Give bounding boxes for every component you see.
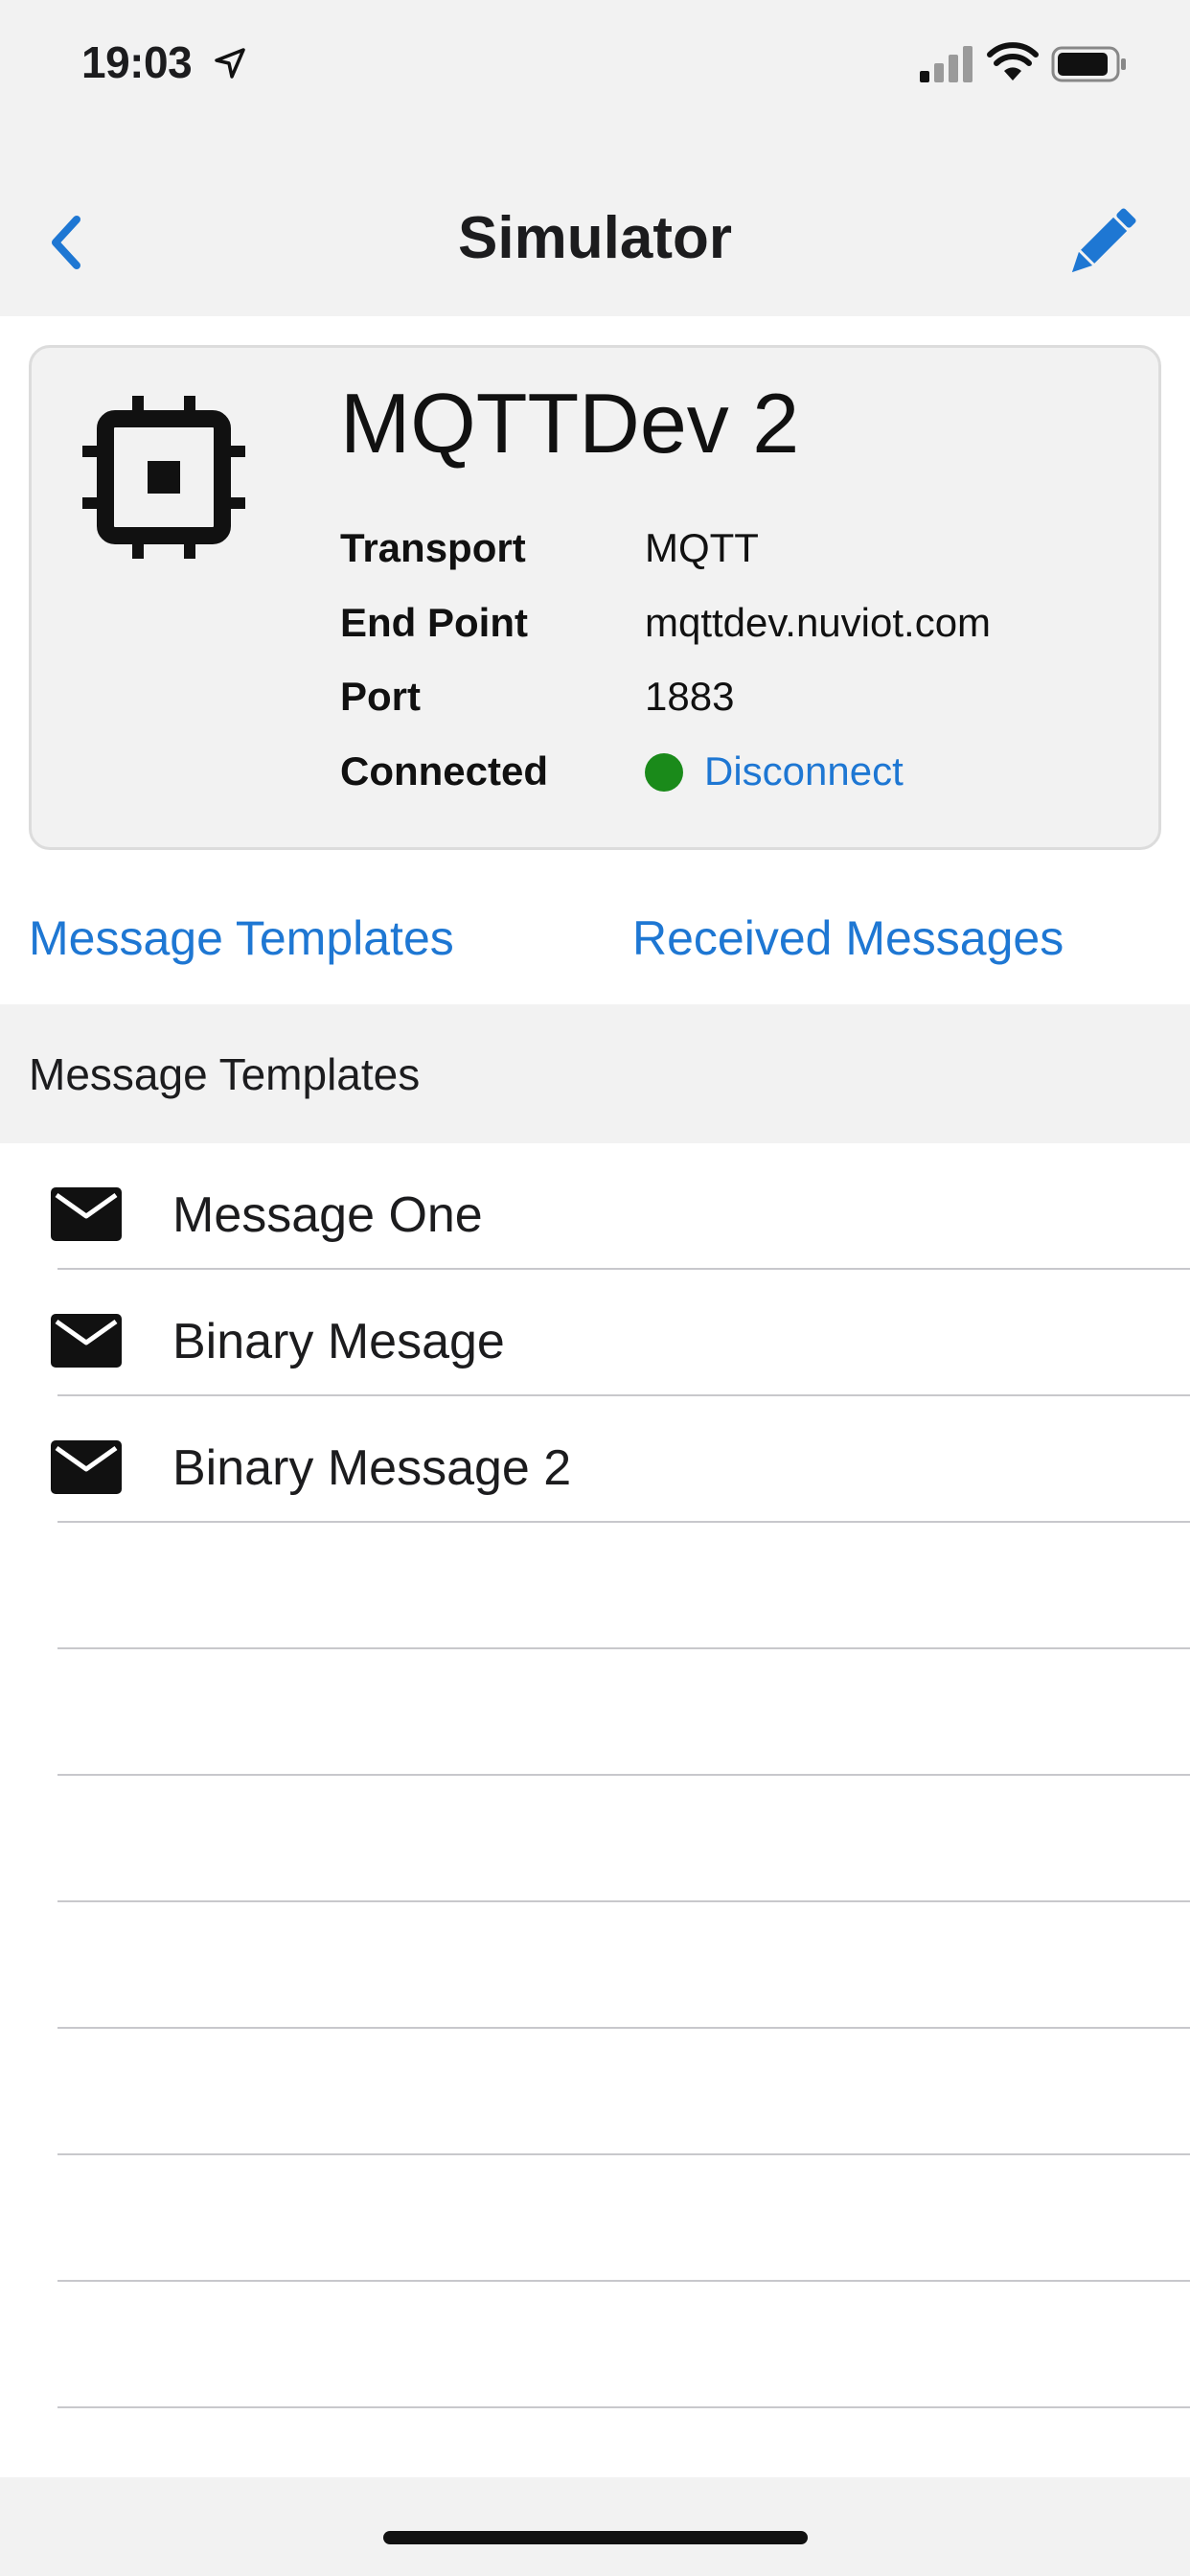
connected-label: Connected [340,748,549,794]
template-label: Binary Message 2 [172,1440,572,1496]
wifi-icon [987,42,1039,80]
port-row: Port 1883 [340,674,1145,731]
status-bar: 19:03 [0,0,1190,129]
section-header: Message Templates [0,1004,1190,1143]
device-name: MQTTDev 2 [340,376,800,471]
status-time: 19:03 [81,37,193,87]
navigation-bar: Simulator [0,129,1190,316]
template-label: Message One [172,1187,483,1243]
connection-status-dot [645,753,683,792]
page-title: Simulator [458,205,732,271]
empty-row [0,2155,1190,2282]
endpoint-value: mqttdev.nuviot.com [645,600,992,645]
endpoint-row: End Point mqttdev.nuviot.com [340,600,1145,657]
disconnect-link[interactable]: Disconnect [704,748,904,794]
edit-pencil-icon[interactable] [1064,204,1140,281]
template-row[interactable]: Binary Mesage [0,1270,1190,1396]
empty-row [0,1902,1190,2029]
message-template-list: Message One Binary Mesage Binary Message… [0,1143,1190,2408]
envelope-icon [51,1314,122,1368]
empty-row [0,1776,1190,1902]
chip-icon [82,396,245,559]
empty-row [0,2282,1190,2408]
transport-label: Transport [340,525,526,570]
device-card: MQTTDev 2 Transport MQTT End Point mqttd… [29,345,1161,850]
empty-row [0,2029,1190,2155]
empty-row [0,1649,1190,1776]
template-row[interactable]: Binary Message 2 [0,1396,1190,1523]
transport-value: MQTT [645,525,759,570]
template-row[interactable]: Message One [0,1143,1190,1270]
cellular-signal-icon [920,46,973,82]
envelope-icon [51,1440,122,1494]
port-value: 1883 [645,674,735,719]
battery-icon [1051,46,1126,82]
section-title: Message Templates [29,1049,421,1099]
location-arrow-icon [215,48,245,79]
empty-row [0,1523,1190,1649]
main-content: MQTTDev 2 Transport MQTT End Point mqttd… [0,316,1190,2477]
endpoint-label: End Point [340,600,528,645]
home-indicator [383,2531,808,2544]
tab-message-templates[interactable]: Message Templates [29,910,454,966]
connected-row: Connected Disconnect [340,748,1145,806]
port-label: Port [340,674,421,719]
tab-received-messages[interactable]: Received Messages [632,910,1064,966]
transport-row: Transport MQTT [340,525,1145,583]
template-label: Binary Mesage [172,1314,505,1369]
envelope-icon [51,1187,122,1241]
